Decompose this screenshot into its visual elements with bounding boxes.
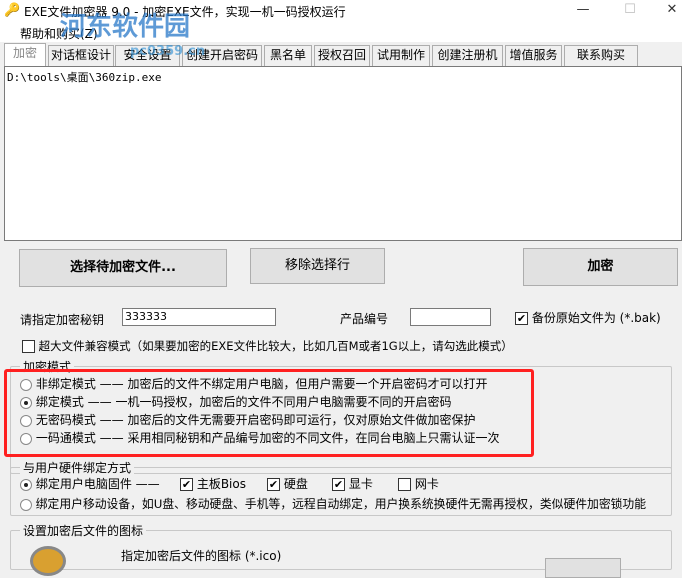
- radio[interactable]: [20, 498, 32, 511]
- tab-trial[interactable]: 试用制作: [372, 45, 430, 66]
- tab-contact[interactable]: 联系购买: [564, 45, 638, 66]
- option-label: 非绑定模式 —— 加密后的文件不绑定用户电脑，但用户需要一个开启密码才可以打开: [35, 377, 488, 391]
- large-file-checkbox[interactable]: [22, 340, 35, 353]
- watermark-url: pc0359.cn: [130, 44, 206, 59]
- tab-encrypt[interactable]: 加密: [4, 43, 46, 67]
- backup-option[interactable]: ✔ 备份原始文件为 (*.bak): [515, 309, 661, 326]
- radio[interactable]: [20, 378, 32, 391]
- watermark-logo: 河东软件园: [60, 12, 191, 42]
- select-file-button[interactable]: 选择待加密文件...: [19, 249, 227, 287]
- minimize-button[interactable]: —: [563, 0, 603, 22]
- mode-option-unbound[interactable]: 非绑定模式 —— 加密后的文件不绑定用户电脑，但用户需要一个开启密码才可以打开: [20, 375, 487, 392]
- maximize-button[interactable]: ☐: [610, 0, 650, 22]
- option-label: 主板Bios: [196, 477, 246, 491]
- radio[interactable]: [20, 478, 32, 491]
- product-input[interactable]: [410, 308, 491, 326]
- file-icon-preview: [30, 546, 66, 576]
- icon-legend: 设置加密后文件的图标: [20, 522, 147, 539]
- hardware-legend: 与用户硬件绑定方式: [20, 459, 135, 476]
- icon-label: 指定加密后文件的图标 (*.ico): [121, 549, 282, 563]
- large-file-option[interactable]: 超大文件兼容模式（如果要加密的EXE文件比较大，比如几百M或者1G以上，请勾选此…: [22, 338, 513, 354]
- option-label: 显卡: [348, 477, 373, 491]
- product-label: 产品编号: [340, 312, 389, 326]
- large-file-label: 超大文件兼容模式（如果要加密的EXE文件比较大，比如几百M或者1G以上，请勾选此…: [38, 339, 513, 353]
- backup-checkbox[interactable]: ✔: [515, 312, 528, 325]
- backup-label: 备份原始文件为 (*.bak): [531, 311, 661, 325]
- checkbox[interactable]: ✔: [332, 478, 345, 491]
- tab-blacklist[interactable]: 黑名单: [264, 45, 312, 66]
- bios-option[interactable]: ✔ 主板Bios: [180, 475, 246, 492]
- radio[interactable]: [20, 414, 32, 427]
- tab-dialog-design[interactable]: 对话框设计: [48, 45, 114, 66]
- file-list-item[interactable]: D:\tools\桌面\360zip.exe: [7, 69, 679, 85]
- option-label: 绑定模式 —— 一机一码授权，加密后的文件不同用户电脑需要不同的开启密码: [35, 395, 452, 409]
- option-label: 网卡: [414, 477, 439, 491]
- tab-value-added[interactable]: 增值服务: [505, 45, 562, 66]
- option-label: 硬盘: [283, 477, 308, 491]
- key-input[interactable]: 333333: [122, 308, 276, 326]
- tab-keygen[interactable]: 创建注册机: [432, 45, 503, 66]
- tab-recall[interactable]: 授权召回: [314, 45, 370, 66]
- bind-mobile-option[interactable]: 绑定用户移动设备，如U盘、移动硬盘、手机等，远程自动绑定，用户换系统换硬件无需再…: [20, 495, 646, 512]
- checkbox[interactable]: ✔: [267, 478, 280, 491]
- mode-option-one-code[interactable]: 一码通模式 —— 采用相同秘钥和产品编号加密的不同文件，在同台电脑上只需认证一次: [20, 429, 499, 446]
- remove-row-button[interactable]: 移除选择行: [250, 248, 385, 284]
- key-label: 请指定加密秘钥: [20, 313, 105, 327]
- encrypt-button[interactable]: 加密: [523, 248, 678, 286]
- nic-option[interactable]: 网卡: [398, 475, 439, 492]
- option-label: 绑定用户电脑固件 ——: [35, 477, 160, 491]
- option-label: 无密码模式 —— 加密后的文件无需要开启密码即可运行，仅对原始文件做加密保护: [35, 413, 476, 427]
- gpu-option[interactable]: ✔ 显卡: [332, 475, 373, 492]
- browse-icon-button[interactable]: [545, 558, 621, 578]
- mode-option-no-password[interactable]: 无密码模式 —— 加密后的文件无需要开启密码即可运行，仅对原始文件做加密保护: [20, 411, 475, 428]
- checkbox[interactable]: ✔: [180, 478, 193, 491]
- disk-option[interactable]: ✔ 硬盘: [267, 475, 308, 492]
- close-button[interactable]: ✕: [652, 0, 682, 22]
- radio[interactable]: [20, 396, 32, 409]
- bind-firmware-option[interactable]: 绑定用户电脑固件 ——: [20, 475, 160, 492]
- option-label: 绑定用户移动设备，如U盘、移动硬盘、手机等，远程自动绑定，用户换系统换硬件无需再…: [35, 497, 647, 511]
- file-list[interactable]: D:\tools\桌面\360zip.exe: [4, 66, 682, 241]
- app-icon: 🔑: [4, 3, 21, 18]
- radio[interactable]: [20, 432, 32, 445]
- option-label: 一码通模式 —— 采用相同秘钥和产品编号加密的不同文件，在同台电脑上只需认证一次: [35, 431, 500, 445]
- mode-option-bound[interactable]: 绑定模式 —— 一机一码授权，加密后的文件不同用户电脑需要不同的开启密码: [20, 393, 451, 410]
- checkbox[interactable]: [398, 478, 411, 491]
